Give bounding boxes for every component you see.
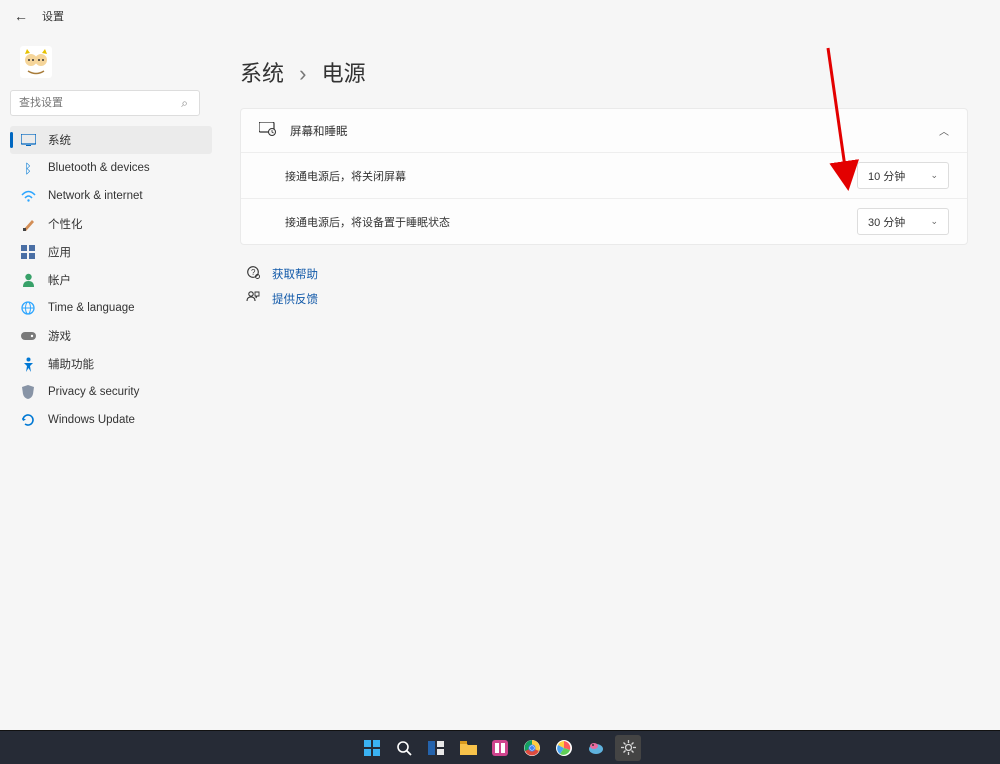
chrome-icon[interactable] <box>519 735 545 761</box>
sidebar-item-label: 个性化 <box>48 216 83 232</box>
help-icon: ? <box>246 265 260 282</box>
sleep-dropdown[interactable]: 30 分钟 ⌄ <box>857 208 949 235</box>
brush-icon <box>20 216 36 232</box>
breadcrumb-current: 电源 <box>322 61 366 86</box>
app-icon-3[interactable] <box>583 735 609 761</box>
feedback-icon <box>246 290 260 307</box>
breadcrumb-sep: › <box>299 61 306 86</box>
row-label: 接通电源后，将关闭屏幕 <box>285 168 857 184</box>
back-icon[interactable]: ← <box>14 8 28 24</box>
start-icon[interactable] <box>359 735 385 761</box>
sidebar-item-accounts[interactable]: 帐户 <box>10 266 212 294</box>
wifi-icon <box>20 188 36 204</box>
game-icon <box>20 328 36 344</box>
app-icon-1[interactable] <box>487 735 513 761</box>
sidebar-item-label: 帐户 <box>48 272 71 288</box>
card-row-sleep: 接通电源后，将设备置于睡眠状态 30 分钟 ⌄ <box>241 198 967 244</box>
card-row-screen-off: 接通电源后，将关闭屏幕 10 分钟 ⌄ <box>241 152 967 198</box>
sidebar-item-privacy[interactable]: Privacy & security <box>10 378 212 406</box>
row-label: 接通电源后，将设备置于睡眠状态 <box>285 214 857 230</box>
screen-sleep-icon <box>259 122 276 139</box>
system-icon <box>20 132 36 148</box>
search-input[interactable] <box>10 90 200 116</box>
search-taskbar-icon[interactable] <box>391 735 417 761</box>
title-bar: ← 设置 <box>0 0 1000 32</box>
sidebar-item-system[interactable]: 系统 <box>10 126 212 154</box>
sidebar-item-label: Windows Update <box>48 414 135 426</box>
accessibility-icon <box>20 356 36 372</box>
sidebar-item-gaming[interactable]: 游戏 <box>10 322 212 350</box>
sidebar-item-label: Time & language <box>48 302 135 314</box>
search-wrap: ⌕ <box>10 90 212 116</box>
content-area: 系统 › 电源 屏幕和睡眠 ︿ 接通电源后，将关闭屏幕 10 分钟 ⌄ 接通电源… <box>222 32 1000 731</box>
sidebar-item-network[interactable]: Network & internet <box>10 182 212 210</box>
person-icon <box>20 272 36 288</box>
apps-icon <box>20 244 36 260</box>
get-help-link[interactable]: ? 获取帮助 <box>240 261 968 286</box>
screen-sleep-card: 屏幕和睡眠 ︿ 接通电源后，将关闭屏幕 10 分钟 ⌄ 接通电源后，将设备置于睡… <box>240 108 968 245</box>
give-feedback-link[interactable]: 提供反馈 <box>240 286 968 311</box>
bluetooth-icon: ᛒ <box>20 160 36 176</box>
search-icon: ⌕ <box>181 96 188 111</box>
shield-icon <box>20 384 36 400</box>
settings-taskbar-icon[interactable] <box>615 735 641 761</box>
task-view-icon[interactable] <box>423 735 449 761</box>
chevron-down-icon: ⌄ <box>930 216 938 227</box>
sidebar-item-label: 应用 <box>48 244 71 260</box>
file-explorer-icon[interactable] <box>455 735 481 761</box>
dropdown-value: 10 分钟 <box>868 168 905 184</box>
sidebar-item-apps[interactable]: 应用 <box>10 238 212 266</box>
screen-off-dropdown[interactable]: 10 分钟 ⌄ <box>857 162 949 189</box>
sidebar-item-time-language[interactable]: Time & language <box>10 294 212 322</box>
sidebar-item-personalization[interactable]: 个性化 <box>10 210 212 238</box>
globe-icon <box>20 300 36 316</box>
sidebar-item-label: Bluetooth & devices <box>48 162 150 174</box>
breadcrumb: 系统 › 电源 <box>240 56 968 88</box>
sidebar-item-windows-update[interactable]: Windows Update <box>10 406 212 434</box>
update-icon <box>20 412 36 428</box>
link-label: 获取帮助 <box>272 266 318 282</box>
sidebar-item-label: 系统 <box>48 132 71 148</box>
app-icon-2[interactable] <box>551 735 577 761</box>
sidebar-item-accessibility[interactable]: 辅助功能 <box>10 350 212 378</box>
dropdown-value: 30 分钟 <box>868 214 905 230</box>
link-label: 提供反馈 <box>272 291 318 307</box>
page-title: 设置 <box>42 8 64 24</box>
chevron-down-icon: ⌄ <box>930 170 938 181</box>
card-header[interactable]: 屏幕和睡眠 ︿ <box>241 109 967 152</box>
chevron-up-icon: ︿ <box>939 123 949 138</box>
sidebar-item-label: 游戏 <box>48 328 71 344</box>
sidebar-item-label: Privacy & security <box>48 386 139 398</box>
taskbar <box>0 730 1000 764</box>
sidebar: ⌕ 系统 ᛒ Bluetooth & devices Network & int… <box>0 32 222 731</box>
sidebar-item-label: 辅助功能 <box>48 356 94 372</box>
sidebar-item-bluetooth[interactable]: ᛒ Bluetooth & devices <box>10 154 212 182</box>
sidebar-item-label: Network & internet <box>48 190 143 202</box>
card-title: 屏幕和睡眠 <box>290 123 925 139</box>
avatar[interactable] <box>20 46 52 78</box>
breadcrumb-parent[interactable]: 系统 <box>240 61 284 86</box>
